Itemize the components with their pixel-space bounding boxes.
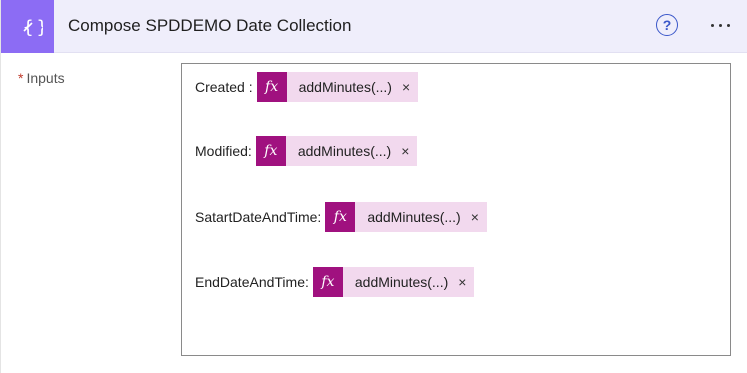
row-label: Modified:: [195, 143, 252, 159]
token-text: addMinutes(...): [297, 143, 392, 159]
svg-text:}: }: [36, 17, 42, 38]
remove-token-button[interactable]: ×: [456, 267, 474, 297]
fx-icon: fx: [312, 267, 343, 297]
inputs-label: * Inputs: [18, 70, 65, 86]
fx-icon: fx: [255, 136, 286, 166]
token-text: addMinutes(...): [367, 209, 461, 225]
token-text: addMinutes(...): [354, 274, 449, 290]
dot-icon: [718, 23, 722, 27]
input-row-created: Created : fx addMinutes(...) ×: [195, 72, 419, 102]
inputs-label-text: Inputs: [26, 70, 65, 86]
token-text: addMinutes(...): [298, 79, 392, 95]
braces-icon: { }: [1, 0, 54, 53]
required-marker: *: [18, 70, 24, 86]
dot-icon: [726, 23, 730, 27]
input-row-start-date: SatartDateAndTime: fx addMinutes(...) ×: [195, 202, 487, 232]
dot-icon: [710, 23, 714, 27]
help-icon: ?: [662, 17, 672, 33]
input-row-modified: Modified: fx addMinutes(...) ×: [195, 136, 418, 166]
row-label: EndDateAndTime:: [195, 274, 309, 290]
expression-token[interactable]: fx addMinutes(...) ×: [325, 202, 487, 232]
row-label: SatartDateAndTime:: [195, 209, 322, 225]
inputs-field[interactable]: Created : fx addMinutes(...) × Modified:…: [181, 63, 731, 356]
expression-token[interactable]: fx addMinutes(...) ×: [312, 267, 475, 297]
row-label: Created :: [195, 79, 253, 95]
fx-icon: fx: [325, 202, 356, 232]
expression-token[interactable]: fx addMinutes(...) ×: [256, 72, 419, 102]
remove-token-button[interactable]: ×: [399, 136, 417, 166]
fx-icon: fx: [256, 72, 287, 102]
expression-token[interactable]: fx addMinutes(...) ×: [255, 136, 418, 166]
help-button[interactable]: ?: [656, 14, 678, 36]
remove-token-button[interactable]: ×: [469, 202, 487, 232]
action-header[interactable]: { } Compose SPDDEMO Date Collection ?: [1, 0, 747, 53]
remove-token-button[interactable]: ×: [400, 72, 418, 102]
input-row-end-date: EndDateAndTime: fx addMinutes(...) ×: [195, 267, 475, 297]
compose-action-card: { } Compose SPDDEMO Date Collection ? *I…: [0, 0, 747, 373]
more-options-button[interactable]: [704, 14, 736, 36]
action-title[interactable]: Compose SPDDEMO Date Collection: [68, 15, 351, 37]
